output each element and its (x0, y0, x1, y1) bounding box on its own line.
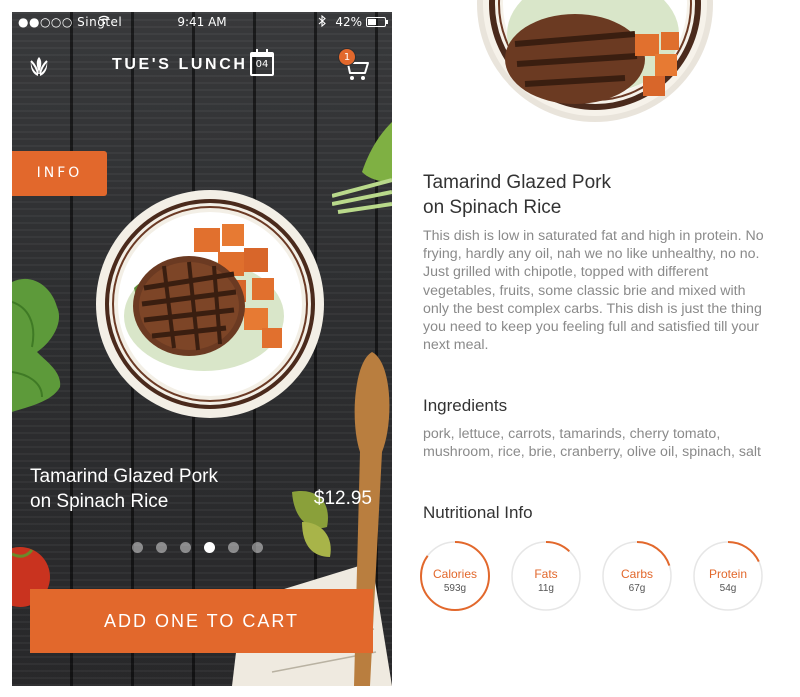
dish-name-line-1: Tamarind Glazed Pork (30, 466, 218, 487)
parsley-decoration (12, 278, 61, 412)
pager-dot[interactable] (252, 542, 263, 553)
nutrition-label: Protein (708, 567, 748, 581)
nutrition-ring-calories: Calories 593g (419, 540, 491, 612)
ingredients-list: pork, lettuce, carrots, tamarinds, cherr… (423, 426, 761, 461)
nutrition-heading: Nutritional Info (423, 503, 533, 522)
dish-top-image (477, 0, 713, 122)
details-title: Tamarind Glazed Pork on Spinach Rice (423, 170, 683, 220)
green-onion-decoration (332, 122, 392, 214)
dish-name: Tamarind Glazed Pork on Spinach Rice (30, 464, 270, 514)
cart-button[interactable]: 1 (334, 48, 374, 88)
nutrition-label: Fats (534, 567, 558, 581)
pager-dot[interactable] (204, 542, 215, 553)
nutrition-ring-protein: Protein 54g (692, 540, 764, 612)
info-tab[interactable]: INFO (12, 151, 107, 196)
status-bar: ●●○○○ Singtel 9:41 AM 42% (12, 12, 392, 32)
nutrition-label: Calories (432, 567, 477, 581)
dish-name-line-2: on Spinach Rice (30, 491, 169, 512)
nutrition-ring-carbs: Carbs 67g (601, 540, 673, 612)
dish-description: This dish is low in saturated fat and hi… (423, 228, 764, 354)
nutrition-label: Carbs (620, 567, 653, 581)
pager-dot[interactable] (180, 542, 191, 553)
pager-dot[interactable] (156, 542, 167, 553)
dish-details-panel: Tamarind Glazed Pork on Spinach Rice Thi… (405, 0, 795, 697)
battery-icon (366, 17, 388, 27)
nutrition-ring-fats: Fats 11g (510, 540, 582, 612)
nav-bar: TUE'S LUNCH 04 1 (12, 48, 392, 88)
pager-dot[interactable] (228, 542, 239, 553)
dish-image (96, 190, 324, 418)
add-to-cart-button[interactable]: ADD ONE TO CART (30, 589, 373, 653)
nutrition-value: 593g (443, 583, 467, 594)
pager-dot[interactable] (132, 542, 143, 553)
calendar-icon[interactable]: 04 (250, 49, 274, 76)
bluetooth-icon (318, 14, 326, 30)
meal-detail-screen: ●●○○○ Singtel 9:41 AM 42% TUE'S LUNCH 04 (12, 12, 392, 686)
details-title-line-1: Tamarind Glazed Pork (423, 172, 611, 193)
cart-count-badge: 1 (338, 48, 356, 66)
dish-price: $12.95 (313, 488, 372, 509)
page-title: TUE'S LUNCH (112, 56, 248, 73)
battery-percent: 42% (335, 15, 362, 29)
page-indicator[interactable] (132, 542, 263, 554)
nutrition-value: 54g (719, 583, 737, 594)
nutrition-value: 67g (628, 583, 646, 594)
ingredients-heading: Ingredients (423, 396, 508, 415)
leaf-logo-icon[interactable] (28, 52, 50, 78)
nutrition-value: 11g (538, 583, 554, 594)
details-title-line-2: on Spinach Rice (423, 197, 562, 218)
